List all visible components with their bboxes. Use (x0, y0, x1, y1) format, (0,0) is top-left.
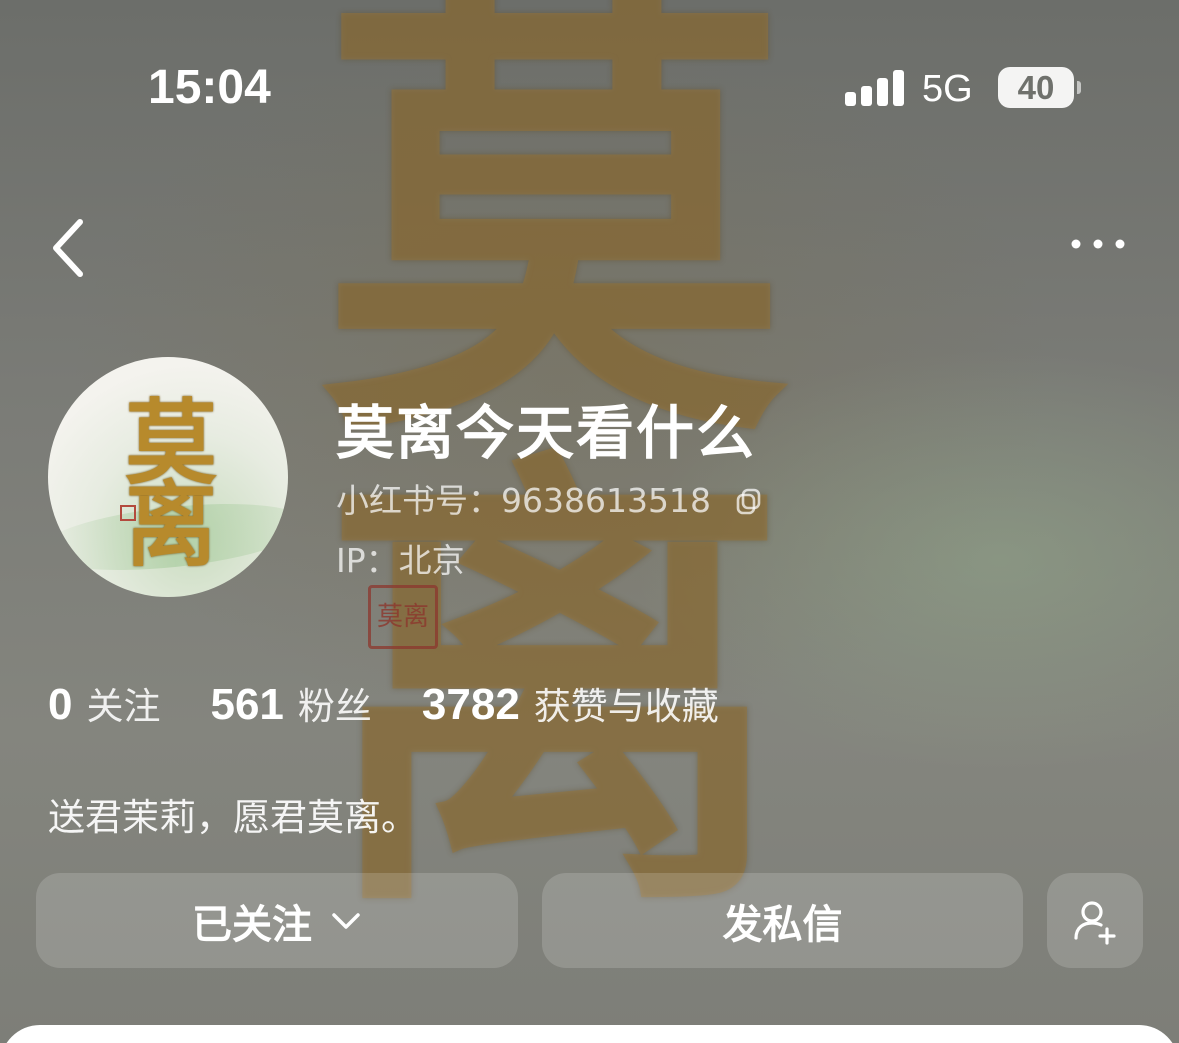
stat-label: 关注 (86, 685, 161, 728)
add-friend-button[interactable] (1047, 873, 1143, 968)
back-button[interactable] (44, 210, 104, 286)
network-type: 5G (922, 68, 973, 110)
battery-icon: 40 (998, 67, 1081, 108)
more-horizontal-icon (1071, 239, 1125, 249)
avatar[interactable]: 莫 离 (48, 357, 288, 597)
stat-followers[interactable]: 561 粉丝 (210, 676, 371, 730)
redbook-id: 小红书号：9638613518 (336, 474, 763, 522)
chevron-down-icon (332, 912, 360, 929)
status-time: 15:04 (148, 61, 271, 114)
following-label: 已关注 (192, 901, 312, 948)
stat-label: 粉丝 (297, 685, 372, 728)
bio: 送君茉莉，愿君莫离。 (48, 796, 418, 839)
redbook-id-text: 小红书号：9638613518 (336, 481, 711, 520)
ip-location: IP：北京 (336, 541, 465, 580)
background-seal: 莫离 (368, 585, 438, 649)
add-user-icon (1074, 900, 1116, 945)
message-button[interactable]: 发私信 (542, 873, 1023, 968)
copy-icon[interactable] (735, 484, 763, 515)
content-sheet (0, 1025, 1179, 1043)
avatar-seal-icon (120, 505, 136, 521)
stat-following[interactable]: 0 关注 (48, 676, 160, 730)
following-button[interactable]: 已关注 (36, 873, 518, 968)
stat-likes-collections[interactable]: 3782 获赞与收藏 (422, 676, 719, 730)
chevron-left-icon (53, 219, 83, 277)
signal-icon (845, 70, 905, 106)
stat-label: 获赞与收藏 (533, 685, 719, 728)
username: 莫离今天看什么 (336, 399, 757, 467)
more-button[interactable] (1060, 224, 1136, 264)
stat-value: 0 (48, 680, 73, 729)
stat-value: 561 (210, 680, 284, 729)
message-label: 发私信 (722, 901, 843, 948)
avatar-char-2: 离 (124, 471, 217, 579)
stat-value: 3782 (421, 680, 520, 729)
stats-row: 0 关注 561 粉丝 3782 获赞与收藏 (48, 676, 769, 730)
